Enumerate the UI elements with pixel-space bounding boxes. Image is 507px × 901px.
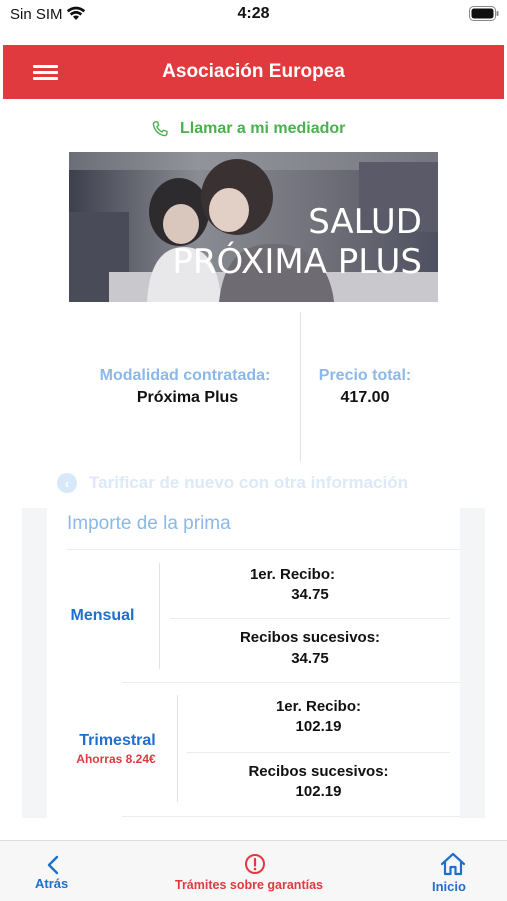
- chevron-left-circle-icon: ‹: [57, 473, 77, 493]
- modalidad-label: Modalidad contratada:: [99, 367, 271, 384]
- divider: [187, 752, 450, 753]
- total-price-label: Precio total:: [318, 367, 412, 384]
- total-price-value: 417.00: [340, 389, 390, 406]
- period-label-mensual: Mensual: [70, 607, 135, 624]
- call-mediator-button[interactable]: Llamar a mi mediador: [150, 119, 345, 139]
- status-bar: Sin SIM 4:28: [0, 0, 507, 30]
- home-icon: [440, 852, 466, 876]
- clock: 4:28: [237, 5, 270, 22]
- summary-divider: [300, 312, 301, 462]
- bottom-tab-bar: Atrás Trámites sobre garantías Inicio: [0, 840, 507, 901]
- call-mediator-label: Llamar a mi mediador: [180, 120, 346, 137]
- premium-title: Importe de la prima: [67, 513, 231, 534]
- home-tab-label: Inicio: [432, 879, 466, 894]
- first-receipt-value: 34.75: [291, 586, 329, 603]
- next-receipts-value: 102.19: [295, 783, 342, 800]
- divider: [170, 618, 450, 619]
- product-banner: SALUD PRÓXIMA PLUS: [69, 152, 438, 302]
- modalidad-value: Próxima Plus: [136, 389, 239, 406]
- back-tab-label: Atrás: [35, 876, 69, 891]
- guarantees-tab-button[interactable]: Trámites sobre garantías: [170, 841, 340, 901]
- phone-icon: [152, 121, 168, 137]
- retarify-button[interactable]: ‹ Tarificar de nuevo con otra informació…: [57, 473, 408, 493]
- alert-circle-icon: [245, 854, 265, 874]
- divider: [122, 682, 460, 683]
- first-receipt-value: 102.19: [295, 718, 342, 735]
- savings-badge: Ahorras 8.24€: [76, 752, 156, 766]
- retarify-label: Tarificar de nuevo con otra información: [89, 473, 408, 492]
- app-header: Asociación Europea: [3, 45, 504, 99]
- divider: [177, 695, 178, 802]
- period-label-trimestral: Trimestral: [79, 732, 156, 749]
- chevron-left-icon: [47, 855, 59, 875]
- next-receipts-label: Recibos sucesivos:: [248, 763, 389, 780]
- page-title: Asociación Europea: [162, 61, 345, 82]
- next-receipts-value: 34.75: [291, 650, 329, 667]
- next-receipts-label: Recibos sucesivos:: [239, 629, 381, 646]
- banner-title-line2: PRÓXIMA PLUS: [172, 242, 422, 282]
- home-tab-button[interactable]: Inicio: [420, 841, 490, 901]
- back-tab-button[interactable]: Atrás: [20, 841, 90, 901]
- divider: [159, 563, 160, 669]
- battery-icon: [469, 6, 499, 21]
- guarantees-tab-label: Trámites sobre garantías: [175, 878, 323, 892]
- divider: [122, 816, 460, 817]
- first-receipt-label: 1er. Recibo:: [275, 698, 362, 715]
- first-receipt-label: 1er. Recibo:: [249, 566, 336, 583]
- divider: [67, 549, 460, 550]
- banner-title-line1: SALUD: [308, 202, 422, 242]
